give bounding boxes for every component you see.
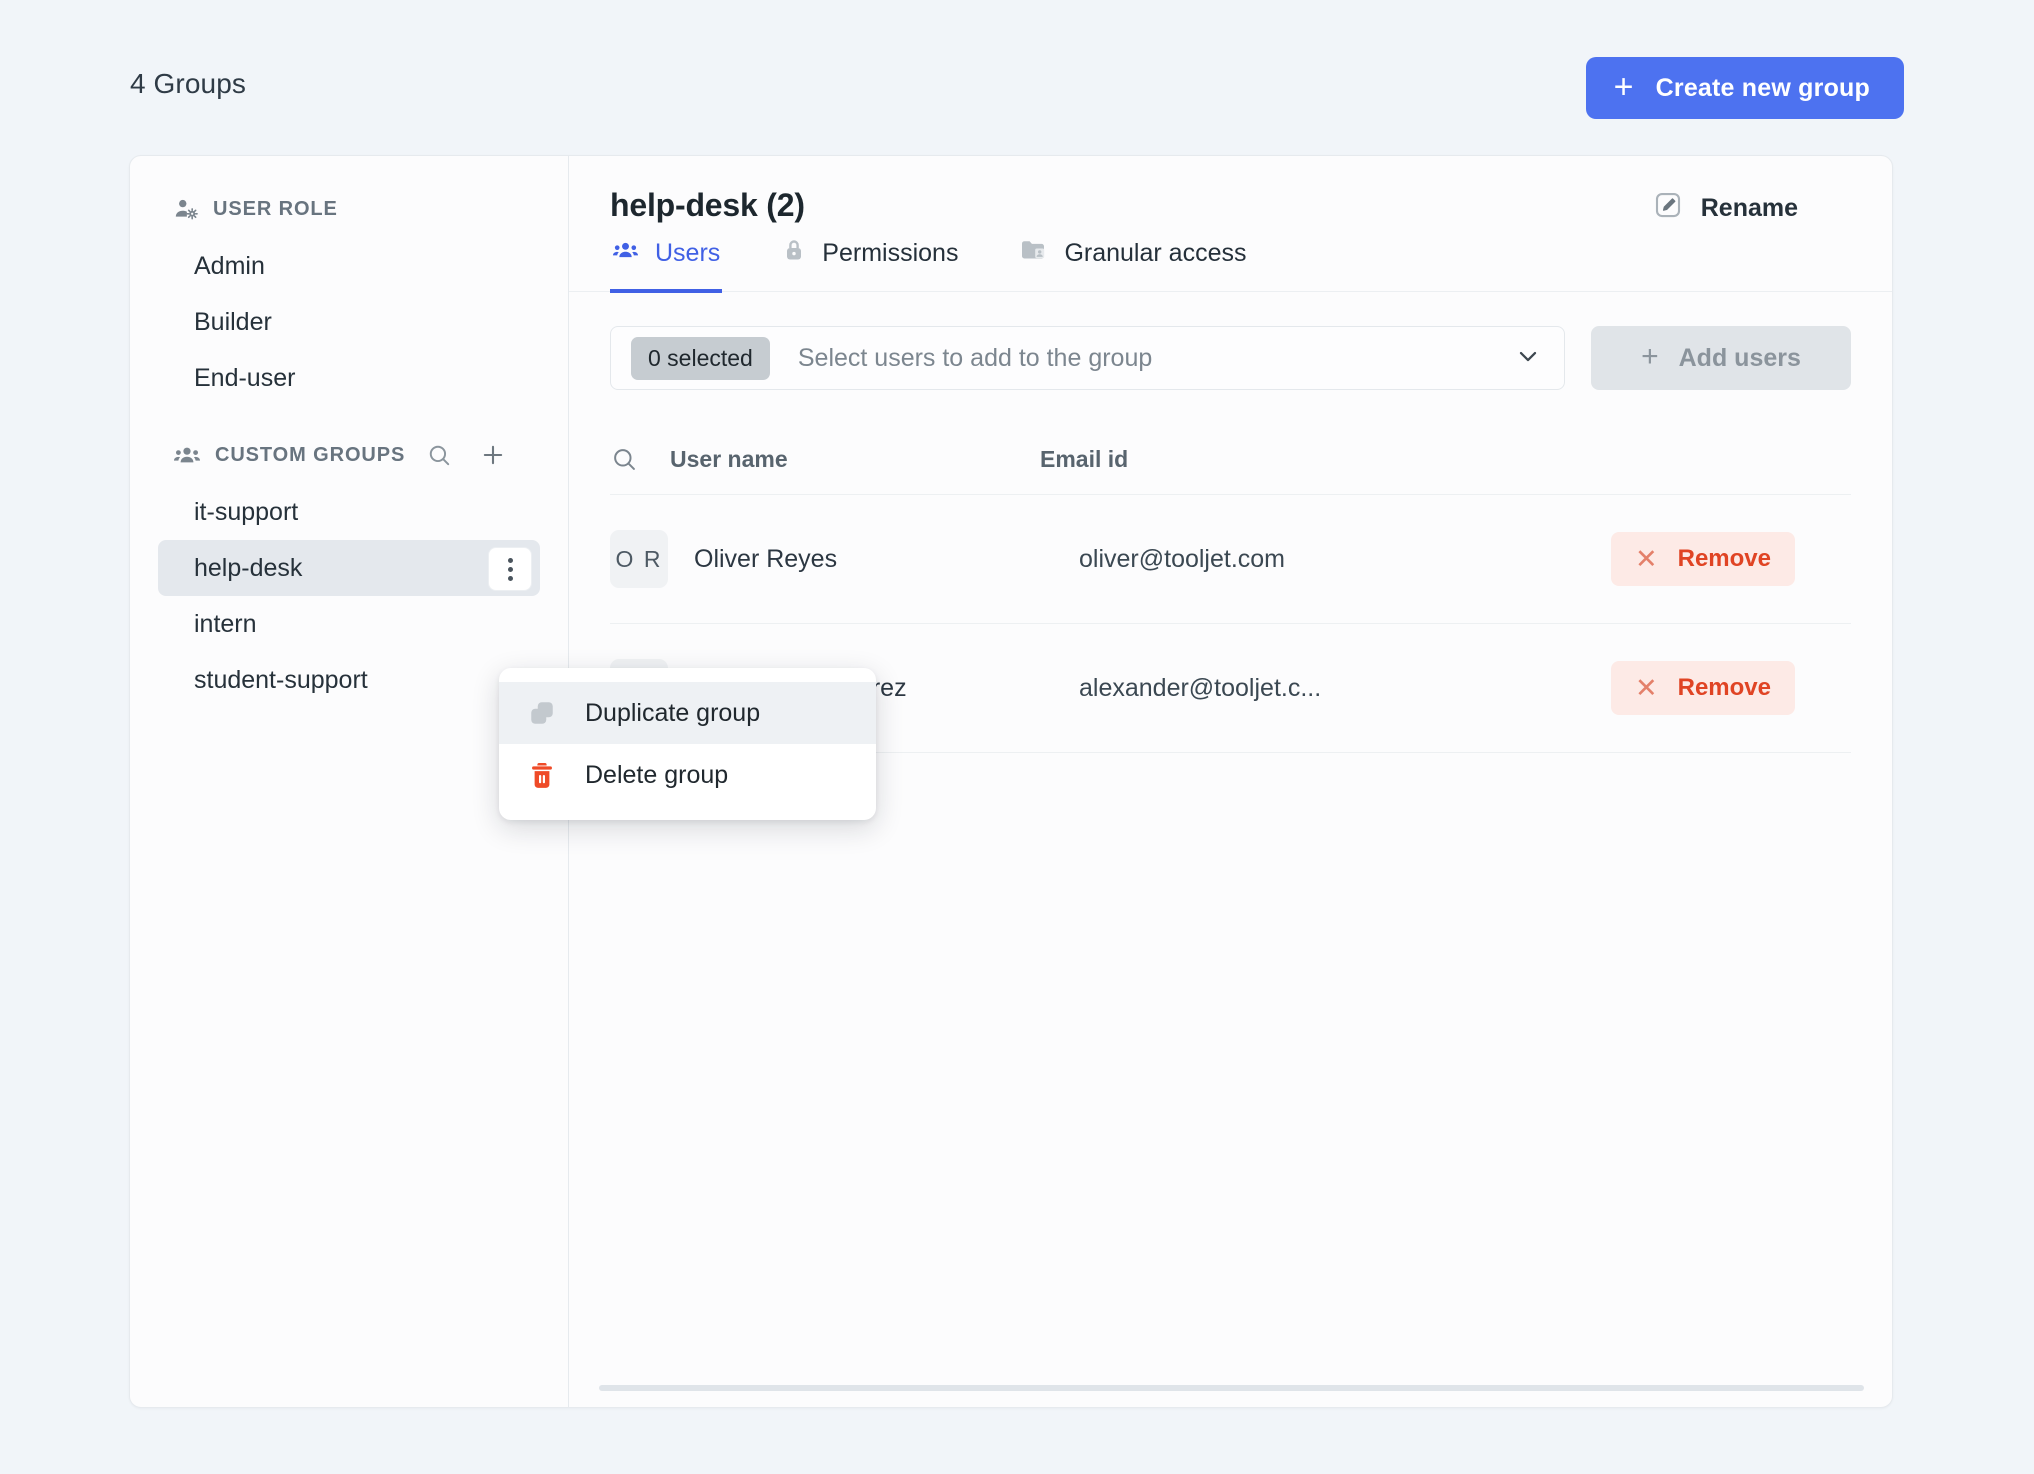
- column-header-email-id: Email id: [1040, 446, 1601, 473]
- select-users-placeholder: Select users to add to the group: [798, 344, 1514, 373]
- chevron-down-icon[interactable]: [1514, 342, 1542, 375]
- table-header-row: User name Email id: [610, 424, 1851, 495]
- sidebar-item-label: Admin: [194, 252, 265, 281]
- rename-button[interactable]: Rename: [1647, 184, 1804, 233]
- plus-icon: +: [1641, 340, 1659, 374]
- add-users-row: 0 selected Select users to add to the gr…: [610, 326, 1851, 390]
- user-role-list: Admin Builder End-user: [130, 238, 568, 406]
- user-settings-icon: [173, 196, 199, 222]
- search-icon[interactable]: [419, 435, 459, 475]
- sidebar-item-label: End-user: [194, 364, 295, 393]
- menu-item-delete-group[interactable]: Delete group: [499, 744, 876, 806]
- tab-granular-access[interactable]: Granular access: [1018, 237, 1248, 293]
- kebab-dot: [508, 567, 513, 572]
- group-context-menu: Duplicate group Delete group: [499, 668, 876, 820]
- cell-actions: ✕ Remove: [1601, 661, 1851, 715]
- sidebar-item-label: Builder: [194, 308, 272, 337]
- user-role-section-header: USER ROLE: [130, 192, 568, 226]
- tab-label: Granular access: [1064, 239, 1246, 268]
- custom-groups-title: CUSTOM GROUPS: [215, 444, 405, 467]
- sidebar-item-intern[interactable]: intern: [158, 596, 540, 652]
- kebab-dot: [508, 558, 513, 563]
- horizontal-scrollbar[interactable]: [599, 1385, 1864, 1391]
- create-new-group-label: Create new group: [1656, 74, 1870, 103]
- avatar: O R: [610, 530, 668, 588]
- panel-tabs: Users Permissions: [610, 237, 1248, 291]
- sidebar-item-label: it-support: [194, 498, 298, 527]
- groups-count-label: 4 Groups: [130, 68, 246, 100]
- cell-email: oliver@tooljet.com: [1024, 545, 1601, 574]
- remove-user-button[interactable]: ✕ Remove: [1611, 661, 1795, 715]
- selected-count-badge: 0 selected: [631, 337, 770, 380]
- sidebar-spacer: [130, 406, 568, 438]
- sidebar-item-student-support[interactable]: student-support: [158, 652, 540, 708]
- tab-label: Users: [655, 239, 720, 268]
- custom-groups-section-header: CUSTOM GROUPS: [130, 438, 568, 472]
- add-users-label: Add users: [1679, 344, 1801, 373]
- cell-email: alexander@tooljet.c...: [1024, 674, 1601, 703]
- cell-actions: ✕ Remove: [1601, 532, 1851, 586]
- sidebar-item-help-desk[interactable]: help-desk: [158, 540, 540, 596]
- sidebar-item-builder[interactable]: Builder: [158, 294, 540, 350]
- sidebar-item-label: student-support: [194, 666, 368, 695]
- column-header-user-name: User name: [670, 446, 1040, 473]
- user-role-title: USER ROLE: [213, 198, 338, 221]
- remove-label: Remove: [1678, 545, 1771, 573]
- close-x-icon: ✕: [1635, 675, 1658, 702]
- remove-user-button[interactable]: ✕ Remove: [1611, 532, 1795, 586]
- table-row: O R Oliver Reyes oliver@tooljet.com ✕ Re…: [610, 495, 1851, 624]
- create-new-group-button[interactable]: + Create new group: [1586, 57, 1904, 119]
- page-header: 4 Groups + Create new group: [0, 0, 2034, 155]
- edit-square-icon: [1653, 190, 1683, 227]
- rename-label: Rename: [1701, 194, 1798, 223]
- kebab-dot: [508, 576, 513, 581]
- groups-card: USER ROLE Admin Builder End-user: [129, 155, 1893, 1408]
- plus-icon: +: [1614, 70, 1634, 104]
- menu-item-duplicate-group[interactable]: Duplicate group: [499, 682, 876, 744]
- panel-header: help-desk (2) Rename: [569, 156, 1892, 292]
- sidebar-item-label: help-desk: [194, 554, 302, 583]
- page-title: help-desk (2): [610, 187, 805, 224]
- copy-icon: [525, 698, 559, 728]
- menu-item-label: Duplicate group: [585, 699, 760, 728]
- group-options-kebab-button[interactable]: [488, 547, 532, 591]
- sidebar-item-admin[interactable]: Admin: [158, 238, 540, 294]
- add-custom-group-plus-icon[interactable]: [473, 435, 513, 475]
- tab-users[interactable]: Users: [610, 237, 722, 293]
- search-icon[interactable]: [610, 445, 670, 473]
- sidebar-item-label: intern: [194, 610, 257, 639]
- select-users-dropdown[interactable]: 0 selected Select users to add to the gr…: [610, 326, 1565, 390]
- cell-user-name: Oliver Reyes: [694, 545, 1024, 574]
- sidebar-item-it-support[interactable]: it-support: [158, 484, 540, 540]
- tab-permissions[interactable]: Permissions: [780, 237, 960, 293]
- tab-label: Permissions: [822, 239, 958, 268]
- group-users-icon: [173, 442, 201, 468]
- add-users-button[interactable]: + Add users: [1591, 326, 1851, 390]
- trash-icon: [525, 760, 559, 790]
- folder-user-icon: [1020, 238, 1048, 270]
- lock-icon: [782, 237, 806, 270]
- users-icon: [612, 238, 639, 269]
- sidebar-item-end-user[interactable]: End-user: [158, 350, 540, 406]
- menu-item-label: Delete group: [585, 761, 728, 790]
- close-x-icon: ✕: [1635, 546, 1658, 573]
- remove-label: Remove: [1678, 674, 1771, 702]
